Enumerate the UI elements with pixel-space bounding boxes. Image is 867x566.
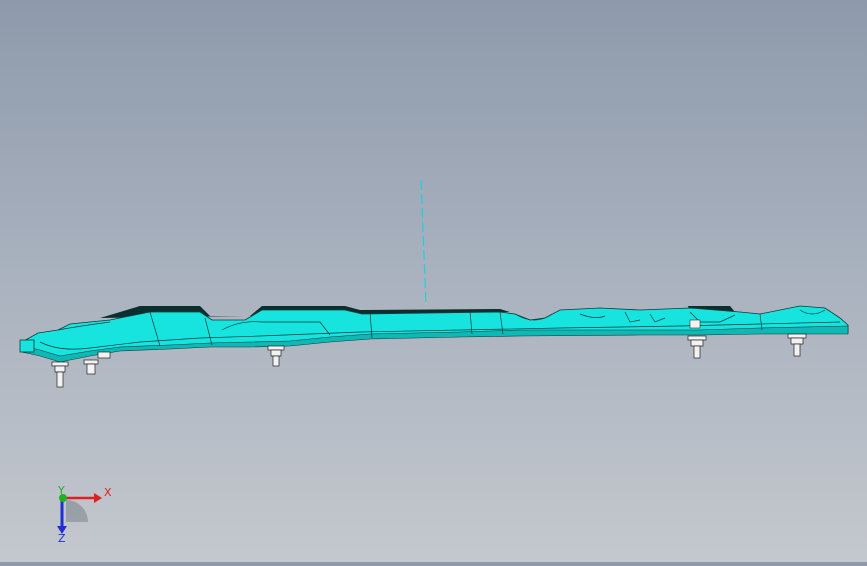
part-clip: [689, 319, 701, 329]
triad-x-arrow: [94, 493, 102, 503]
fastener-1: [51, 361, 69, 388]
cad-viewport[interactable]: X Y Z: [0, 0, 867, 562]
fastener-4: [267, 345, 285, 367]
sheet-metal-part[interactable]: [19, 305, 849, 363]
fastener-3: [97, 351, 111, 359]
fastener-2: [83, 359, 99, 375]
model-canvas[interactable]: [0, 0, 867, 562]
fastener-6: [787, 333, 807, 357]
fastener-5: [687, 335, 707, 359]
triad-shadow: [66, 500, 88, 522]
part-left-tab: [19, 339, 35, 353]
triad-y-label: Y: [58, 484, 65, 497]
triad-z-label: Z: [58, 532, 66, 545]
orientation-triad[interactable]: [57, 493, 102, 534]
triad-x-label: X: [104, 486, 112, 499]
center-axis-line: [420, 179, 427, 306]
